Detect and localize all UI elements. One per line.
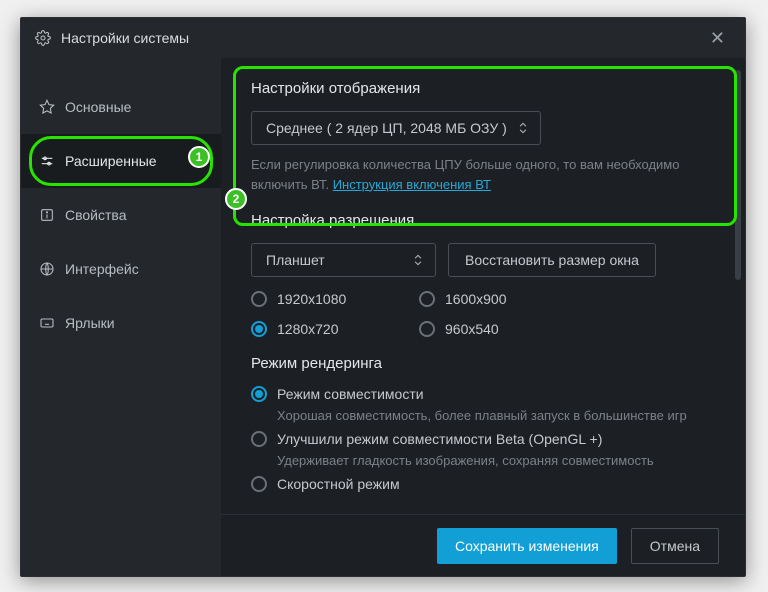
radio-icon xyxy=(419,321,435,337)
radio-icon xyxy=(251,321,267,337)
gear-icon xyxy=(35,30,51,46)
render-compat-beta-desc: Удерживает гладкость изображения, сохран… xyxy=(277,453,715,468)
save-button[interactable]: Сохранить изменения xyxy=(437,528,617,564)
render-speed[interactable]: Скоростной режим xyxy=(251,476,715,492)
sidebar-item-label: Свойства xyxy=(65,207,126,223)
chevron-updown-icon xyxy=(516,121,530,135)
select-value: Среднее ( 2 ядер ЦП, 2048 МБ ОЗУ ) xyxy=(266,120,507,136)
section-title-display: Настройки отображения xyxy=(251,80,715,97)
settings-window: Настройки системы ✕ Основные Расширенные… xyxy=(20,17,746,577)
vt-hint: Если регулировка количества ЦПУ больше о… xyxy=(251,155,715,194)
info-icon xyxy=(39,207,55,223)
resolution-1600x900[interactable]: 1600x900 xyxy=(419,291,587,307)
close-button[interactable]: ✕ xyxy=(704,24,731,53)
radio-icon xyxy=(419,291,435,307)
sidebar-item-interface[interactable]: Интерфейс xyxy=(21,242,221,296)
section-display: Настройки отображения Среднее ( 2 ядер Ц… xyxy=(251,80,715,194)
sidebar-item-properties[interactable]: Свойства xyxy=(21,188,221,242)
star-icon xyxy=(39,99,55,115)
keyboard-icon xyxy=(39,315,55,331)
vt-instruction-link[interactable]: Инструкция включения ВТ xyxy=(333,177,491,192)
resolution-1920x1080[interactable]: 1920x1080 xyxy=(251,291,419,307)
titlebar: Настройки системы ✕ xyxy=(21,18,745,58)
resolution-960x540[interactable]: 960x540 xyxy=(419,321,587,337)
footer: Сохранить изменения Отмена xyxy=(221,514,745,576)
radio-icon xyxy=(251,431,267,447)
cancel-button[interactable]: Отмена xyxy=(631,528,719,564)
callout-badge-2: 2 xyxy=(225,188,247,210)
sidebar-item-shortcuts[interactable]: Ярлыки xyxy=(21,296,221,350)
sidebar: Основные Расширенные Свойства Интерфейс … xyxy=(21,58,221,576)
globe-icon xyxy=(39,261,55,277)
chevron-updown-icon xyxy=(411,253,425,267)
sidebar-item-basic[interactable]: Основные xyxy=(21,80,221,134)
sidebar-item-label: Ярлыки xyxy=(65,315,115,331)
resolution-1280x720[interactable]: 1280x720 xyxy=(251,321,419,337)
radio-icon xyxy=(251,386,267,402)
select-value: Планшет xyxy=(266,252,325,268)
main-panel: Настройки отображения Среднее ( 2 ядер Ц… xyxy=(221,58,745,576)
section-title-resolution: Настройка разрешения xyxy=(251,212,715,229)
body: Основные Расширенные Свойства Интерфейс … xyxy=(21,58,745,576)
render-compat[interactable]: Режим совместимости xyxy=(251,386,715,402)
restore-window-size-button[interactable]: Восстановить размер окна xyxy=(448,243,656,277)
sidebar-item-label: Основные xyxy=(65,99,131,115)
sidebar-item-label: Интерфейс xyxy=(65,261,139,277)
sliders-icon xyxy=(39,153,55,169)
render-compat-beta[interactable]: Улучшили режим совместимости Beta (OpenG… xyxy=(251,431,715,447)
section-resolution: Настройка разрешения Планшет Восстановит… xyxy=(251,212,715,337)
scrollbar[interactable] xyxy=(735,70,741,280)
section-title-render: Режим рендеринга xyxy=(251,355,715,372)
callout-badge-1: 1 xyxy=(188,146,210,168)
radio-icon xyxy=(251,476,267,492)
render-compat-desc: Хорошая совместимость, более плавный зап… xyxy=(277,408,715,423)
resolution-options: 1920x1080 1600x900 1280x720 960x540 xyxy=(251,291,715,337)
display-preset-select[interactable]: Среднее ( 2 ядер ЦП, 2048 МБ ОЗУ ) xyxy=(251,111,541,145)
sidebar-item-label: Расширенные xyxy=(65,153,157,169)
window-title: Настройки системы xyxy=(61,30,189,46)
radio-icon xyxy=(251,291,267,307)
resolution-mode-select[interactable]: Планшет xyxy=(251,243,436,277)
section-render: Режим рендеринга Режим совместимости Хор… xyxy=(251,355,715,492)
scroll-area: Настройки отображения Среднее ( 2 ядер Ц… xyxy=(221,58,745,576)
